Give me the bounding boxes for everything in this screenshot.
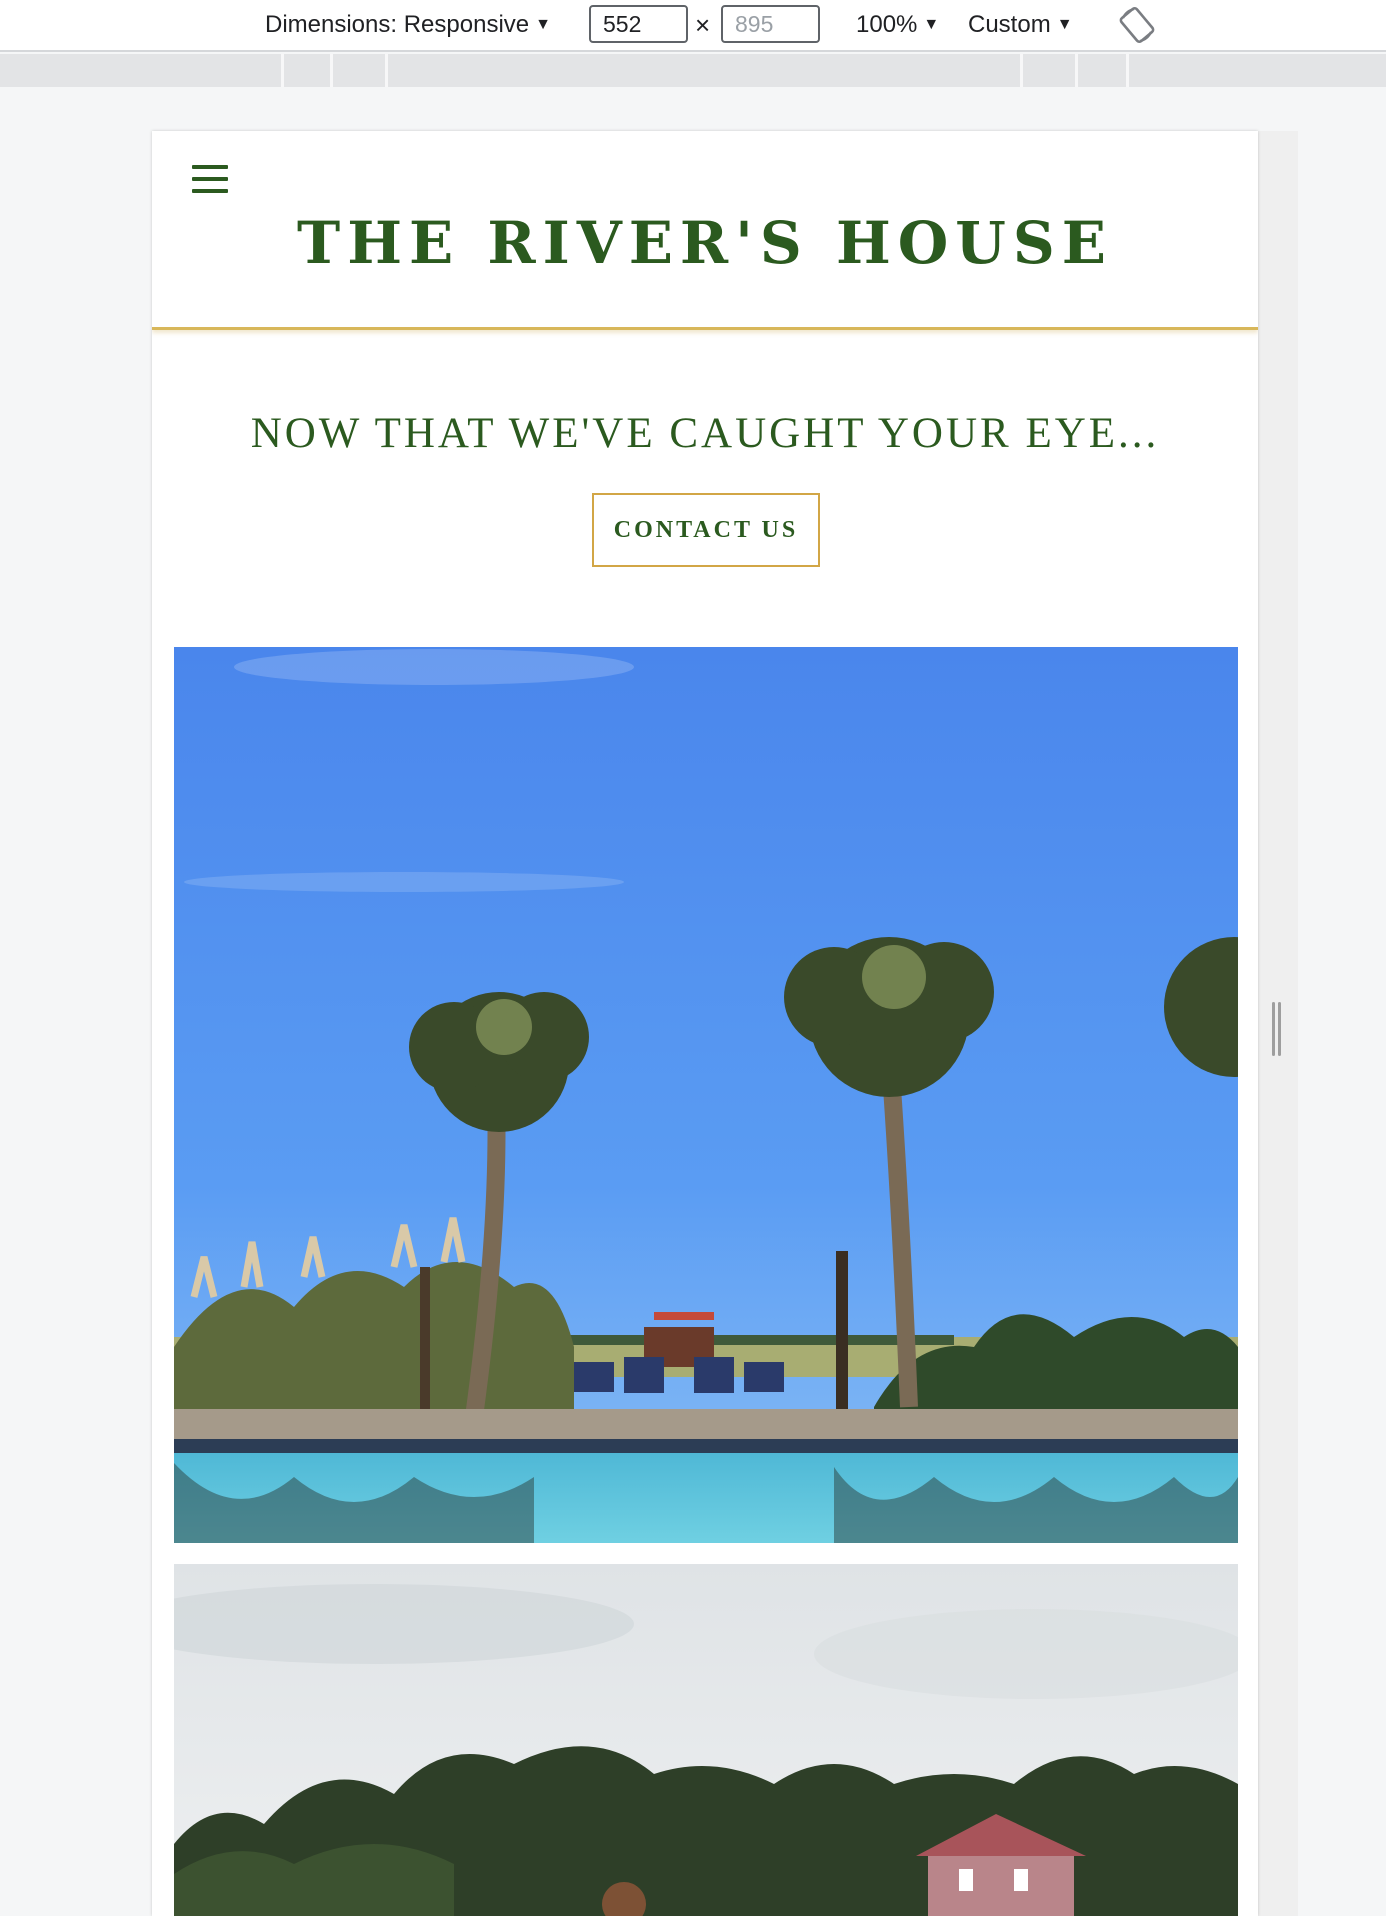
- resize-handle[interactable]: [1272, 1002, 1282, 1056]
- device-toolbar: Dimensions: Responsive ▼ 552 × 895 100% ▼ …: [0, 0, 1386, 52]
- throttle-dropdown[interactable]: Custom ▼: [968, 8, 1073, 42]
- tagline-heading: NOW THAT WE'VE CAUGHT YOUR EYE...: [250, 410, 1160, 457]
- pool-palm-trees-photo: [174, 647, 1238, 1543]
- chevron-down-icon: ▼: [1056, 16, 1073, 33]
- throttle-label: Custom: [968, 11, 1051, 38]
- height-input[interactable]: 895: [721, 5, 820, 43]
- contact-us-button[interactable]: CONTACT US: [592, 493, 820, 567]
- width-input[interactable]: 552: [589, 5, 688, 43]
- dimensions-dropdown[interactable]: Dimensions: Responsive ▼: [265, 8, 551, 42]
- media-query-bar[interactable]: [0, 54, 1386, 87]
- house-trees-photo: [174, 1564, 1238, 1916]
- times-icon: ×: [695, 10, 711, 40]
- dimensions-label: Dimensions: Responsive: [265, 11, 530, 38]
- site-title[interactable]: THE RIVER'S HOUSE: [152, 209, 1258, 277]
- emulated-page: THE RIVER'S HOUSE NOW THAT WE'VE CAUGHT …: [152, 131, 1258, 1916]
- site-header: THE RIVER'S HOUSE: [152, 131, 1258, 330]
- zoom-dropdown[interactable]: 100% ▼: [856, 8, 939, 42]
- rotate-icon[interactable]: [1116, 4, 1158, 46]
- hamburger-menu-icon[interactable]: [192, 165, 230, 197]
- chevron-down-icon: ▼: [535, 16, 551, 33]
- zoom-label: 100%: [856, 11, 918, 38]
- chevron-down-icon: ▼: [923, 16, 940, 33]
